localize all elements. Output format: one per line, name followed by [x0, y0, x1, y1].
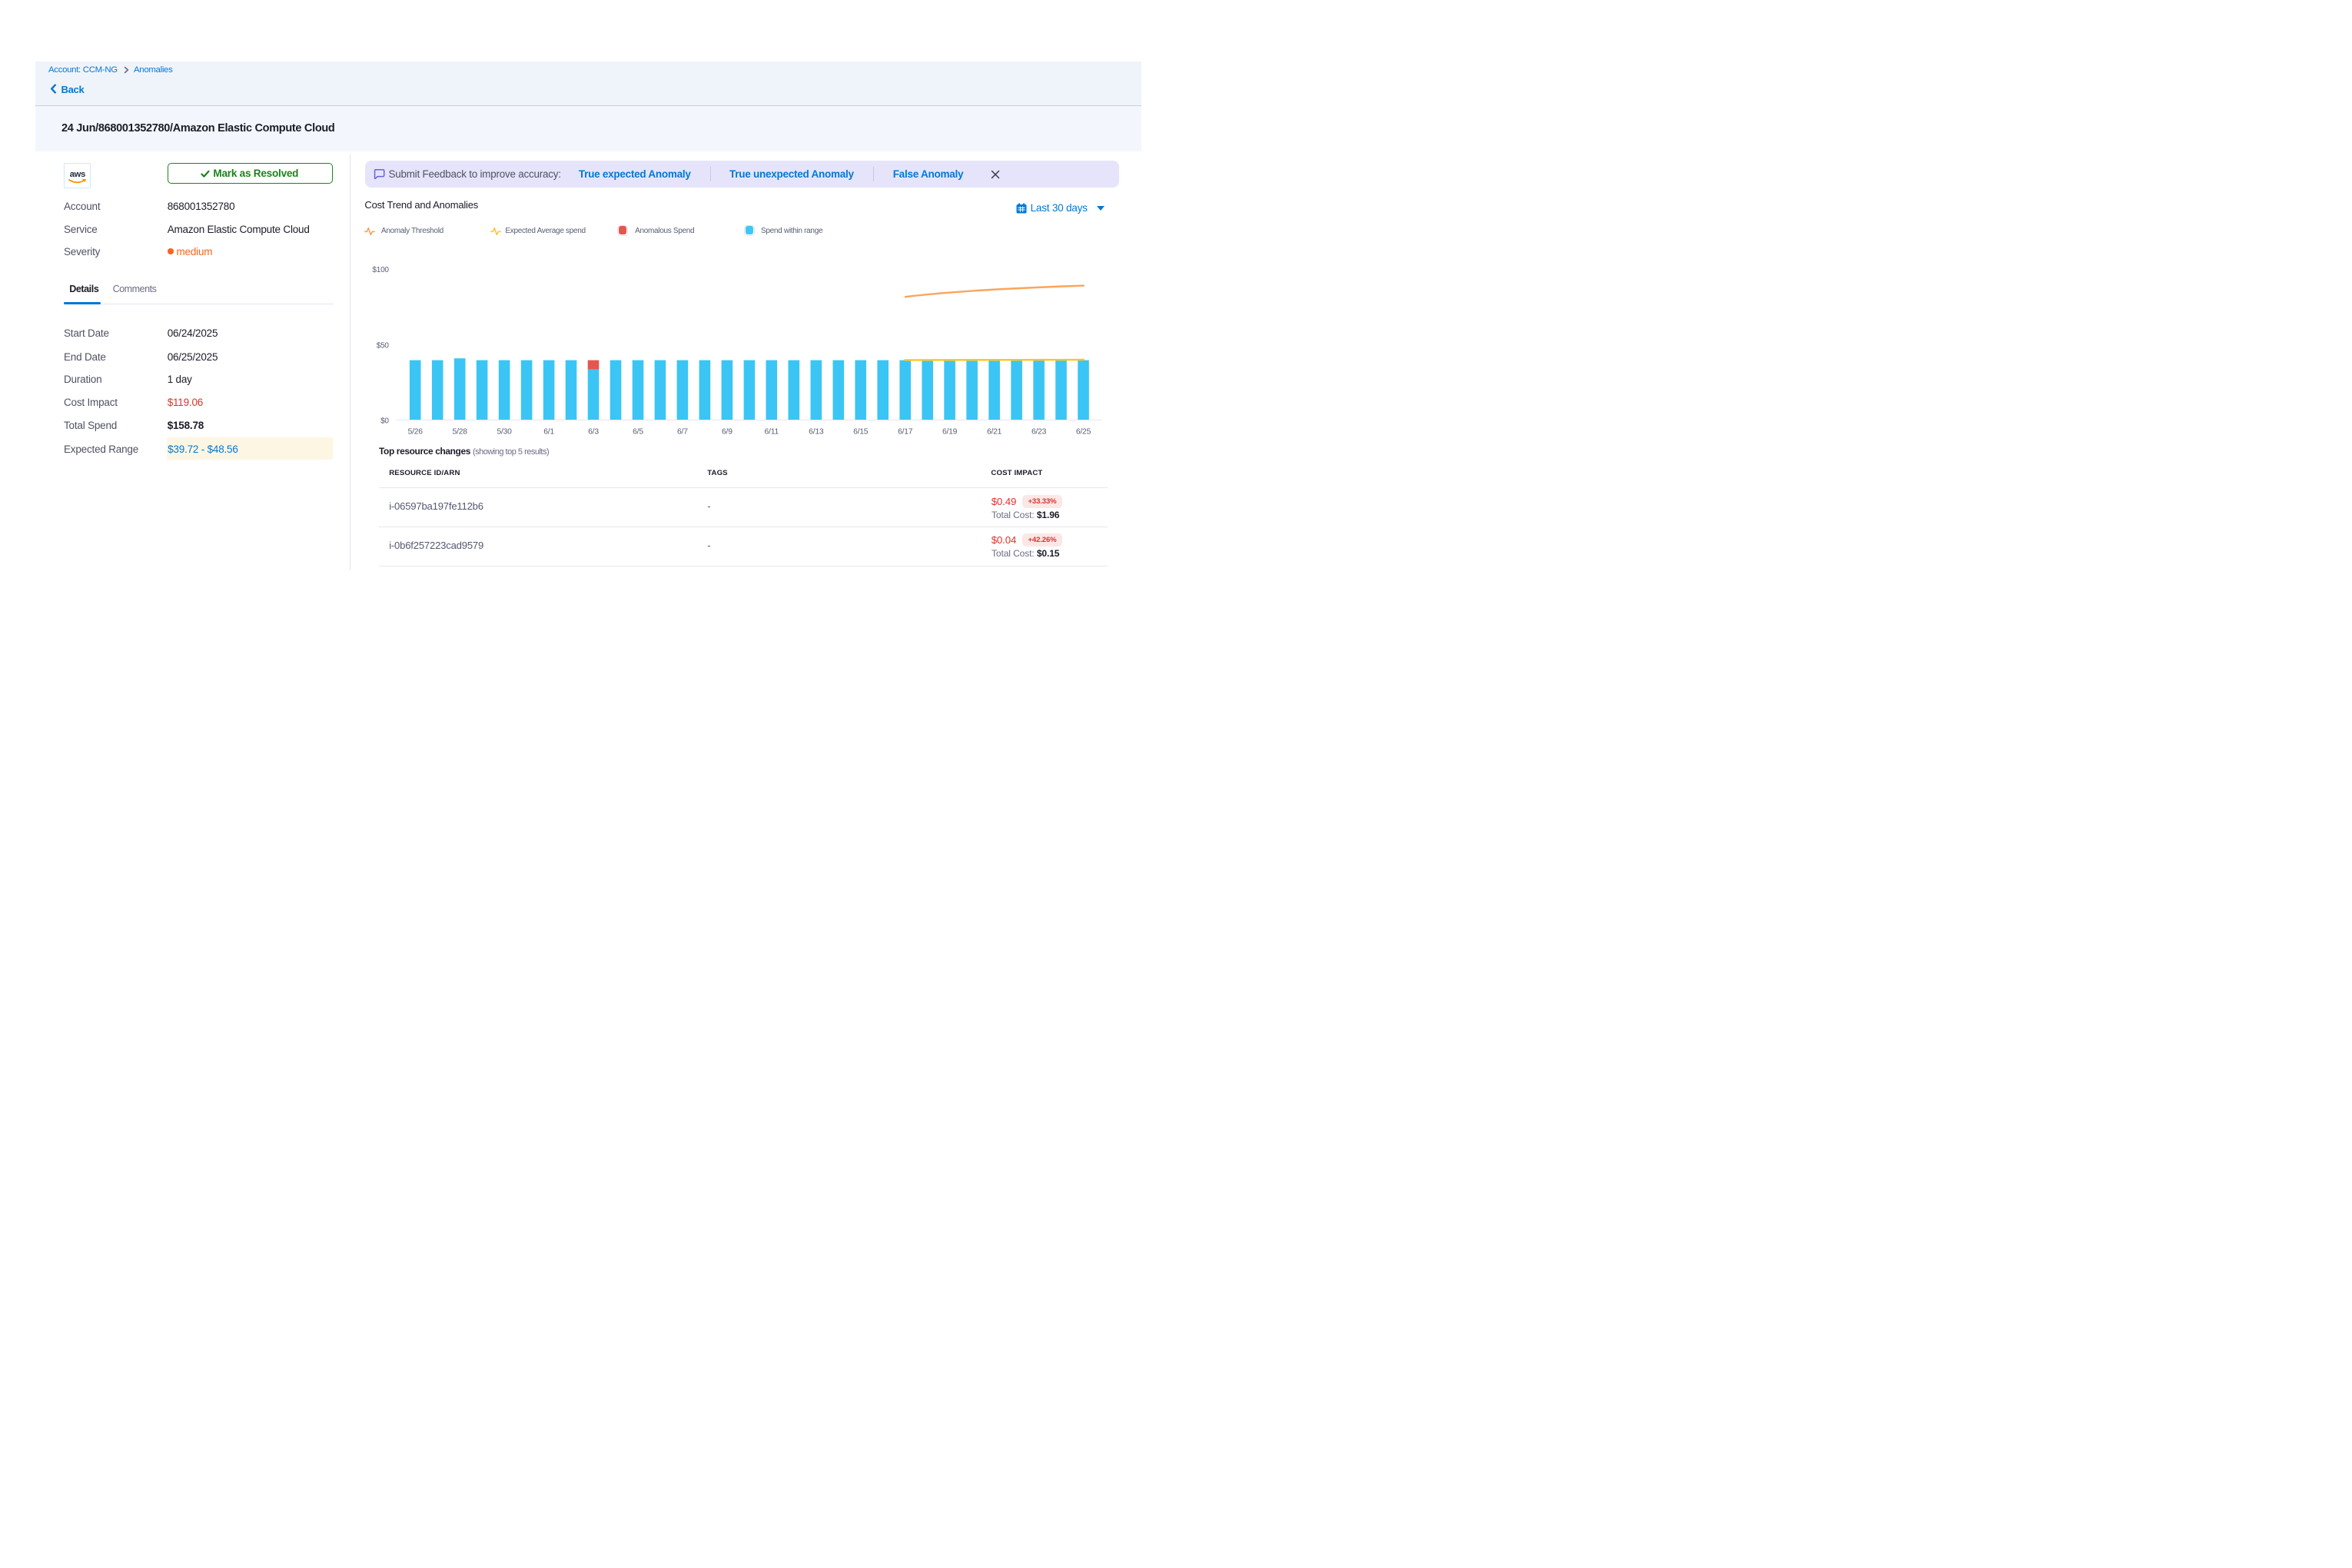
- svg-text:$50: $50: [377, 341, 390, 350]
- svg-text:6/9: 6/9: [722, 428, 733, 437]
- svg-text:5/26: 5/26: [408, 428, 424, 437]
- svg-text:6/5: 6/5: [633, 428, 643, 437]
- svg-text:5/30: 5/30: [497, 428, 512, 437]
- svg-text:6/11: 6/11: [765, 428, 779, 437]
- svg-text:6/17: 6/17: [898, 428, 913, 437]
- svg-text:6/19: 6/19: [942, 428, 958, 437]
- svg-text:$100: $100: [372, 266, 389, 274]
- svg-text:6/15: 6/15: [853, 428, 869, 437]
- svg-text:5/28: 5/28: [453, 428, 468, 437]
- svg-text:6/1: 6/1: [543, 428, 554, 437]
- svg-text:6/7: 6/7: [677, 428, 688, 437]
- svg-text:6/23: 6/23: [1031, 428, 1047, 437]
- svg-text:6/21: 6/21: [987, 428, 1002, 437]
- svg-text:6/25: 6/25: [1076, 428, 1091, 437]
- svg-text:6/3: 6/3: [588, 428, 599, 437]
- svg-text:6/13: 6/13: [809, 428, 824, 437]
- svg-text:$0: $0: [380, 417, 389, 425]
- svg-text:aws: aws: [69, 170, 85, 179]
